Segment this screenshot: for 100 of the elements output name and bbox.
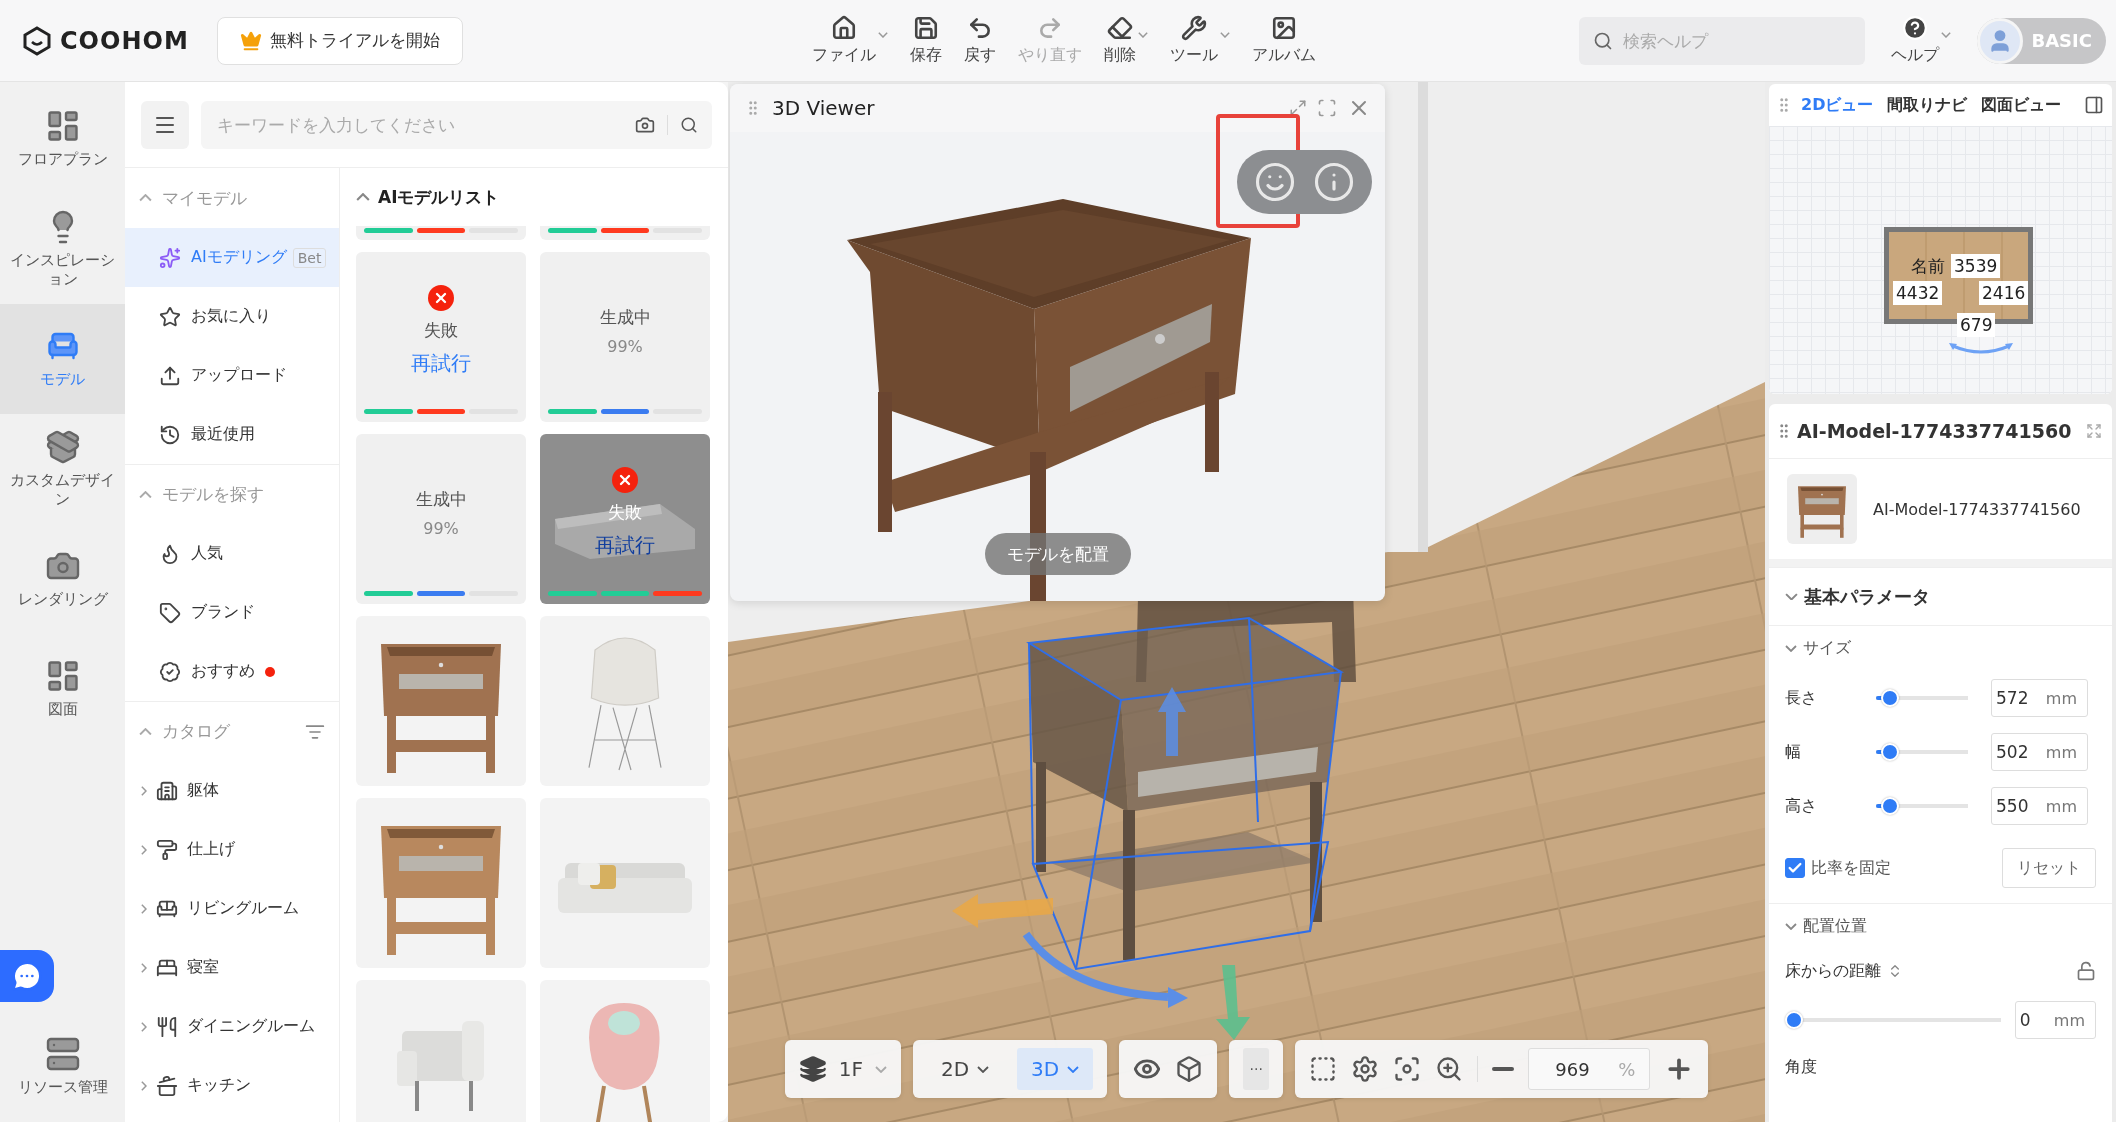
chat-button[interactable] [0,950,54,1002]
toolbar-button[interactable]: 戻す [964,15,996,66]
keyword-search-field[interactable]: キーワードを入力してください [201,100,712,149]
toolbar-button[interactable]: アルバム [1252,15,1316,66]
upload-icon [159,364,181,387]
rail-item[interactable]: 図面 [0,634,125,744]
rail-item[interactable]: カスタムデザイン [0,414,125,524]
scene-canvas[interactable]: 3D Viewer モデルを配置 1F 2D 3D ··· 969 % [728,82,1765,1122]
model-card[interactable]: 失敗 再試行 [540,434,710,604]
category-item[interactable]: 躯体 [125,761,339,820]
cube-button[interactable] [1175,1055,1204,1083]
view-mode-button[interactable]: 2D [927,1048,1004,1090]
model-card[interactable] [356,798,526,968]
rail-item[interactable]: レンダリング [0,524,125,634]
category-item[interactable]: ブランド [125,583,339,642]
toolbar-button[interactable]: ツール [1170,15,1230,66]
caret-icon [977,1065,990,1073]
search-icon [1593,30,1614,51]
category-item[interactable]: リビングルーム [125,879,339,938]
expand-button[interactable] [1289,99,1307,117]
beta-tag: Bet [292,247,327,268]
focus-button[interactable] [1393,1055,1422,1083]
progress-text: 99% [423,518,459,538]
status-text: 生成中 [415,487,467,511]
capture-button[interactable] [1309,1055,1338,1083]
rail-item[interactable]: フロアプラン [0,84,125,194]
category-item[interactable]: 最近使用 [125,405,339,464]
view-tab[interactable]: 間取りナビ [1881,84,1974,126]
info-button[interactable] [1313,161,1356,203]
reset-button[interactable]: リセット [2002,848,2096,888]
group-header[interactable]: 配置位置 [1769,903,2112,949]
unlock-icon [2076,961,2096,981]
expand-button[interactable] [2086,423,2102,439]
error-icon [428,284,454,311]
smile-button[interactable] [1253,161,1296,203]
save-icon [913,15,939,41]
category-item[interactable]: お気に入り [125,287,339,346]
slider-thumb[interactable] [1880,797,1899,815]
model-card[interactable]: 生成中 99% [356,434,526,604]
value-field[interactable]: 572 mm [1991,679,2088,717]
slider-thumb[interactable] [1880,743,1899,761]
group-header[interactable]: サイズ [1769,625,2112,671]
category-item[interactable]: ダイニングルーム [125,997,339,1056]
slider-thumb[interactable] [1785,1011,1803,1029]
camera-settings-button[interactable] [1351,1055,1380,1083]
value-field[interactable]: 502 mm [1991,733,2088,771]
gear-icon [1351,1055,1380,1083]
caret-icon [1220,32,1230,38]
category-item[interactable]: おすすめ [125,642,339,701]
panel-icon [2084,95,2104,115]
menu-button[interactable] [141,100,189,149]
model-name: AI-Model-1774337741560 [1873,499,2081,519]
star-icon [159,305,181,328]
trial-button[interactable]: 無料トライアルを開始 [216,16,463,65]
category-item[interactable]: キッチン [125,1056,339,1115]
category-item[interactable]: 寝室 [125,938,339,997]
category-item[interactable]: AIモデリング Bet [125,228,339,287]
checkbox[interactable] [1785,858,1805,878]
toolbar-button[interactable]: ファイル [812,15,888,66]
status-text: 失敗 [424,318,458,342]
room-name: 名前 [1911,255,1945,278]
toolbar-button[interactable]: 保存 [910,15,942,66]
badge-check-icon [159,660,181,683]
model-card[interactable] [356,616,526,786]
angle-label: 角度 [1784,1055,1818,1078]
rail-item[interactable]: リソース管理 [0,1012,125,1122]
cube-icon [1175,1055,1204,1083]
model-card[interactable] [356,226,526,240]
category-item[interactable]: 人気 [125,524,339,583]
lock-ratio-checkbox[interactable]: 比率を固定 [1785,857,1891,879]
zoom-in-button[interactable] [1435,1055,1464,1083]
building-icon [155,779,178,802]
value-field[interactable]: 550 mm [1991,787,2088,825]
history-icon [159,423,181,446]
view-tab[interactable]: 図面ビュー [1975,84,2068,126]
floor-button[interactable]: 1F [798,1055,887,1083]
model-card[interactable] [540,226,710,240]
zoom-field[interactable]: 969 % [1528,1048,1651,1090]
fit-button[interactable] [1317,98,1337,118]
wrench-icon [1181,15,1207,41]
more-button[interactable]: ··· [1243,1048,1270,1090]
slider-thumb[interactable] [1880,689,1899,707]
category-item[interactable]: アップロード [125,346,339,405]
model-card[interactable]: 失敗 再試行 [356,252,526,422]
zoom-out-button[interactable] [1492,1067,1515,1071]
help-search-field[interactable]: 検索ヘルプ [1579,16,1866,65]
help-button[interactable]: ヘルプ [1891,15,1952,66]
progress-text: 99% [607,336,643,356]
layers-icon [798,1055,827,1083]
category-item[interactable]: 仕上げ [125,820,339,879]
rail-item[interactable]: インスピレーション [0,194,125,304]
toolbar-button[interactable]: 削除 [1104,15,1148,66]
model-card[interactable]: 生成中 99% [540,252,710,422]
value-field[interactable]: 0 mm [2014,1001,2096,1039]
section-header[interactable]: 基本パラメータ [1769,567,2112,625]
house-icon [831,15,857,41]
utensils-icon [155,1015,178,1038]
dashed-square-icon [1309,1055,1338,1083]
retry-link[interactable]: 再試行 [595,531,655,559]
zoom-in-icon [1435,1055,1464,1083]
